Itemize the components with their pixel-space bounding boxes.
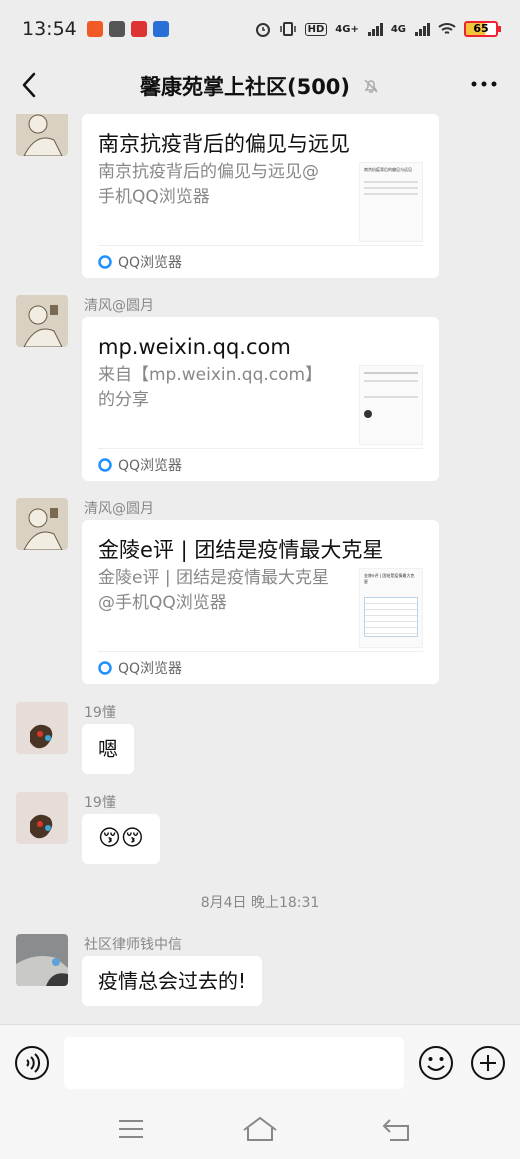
avatar[interactable] <box>16 702 68 754</box>
card-title: 南京抗疫背后的偏见与远见 <box>98 132 350 156</box>
emoji-icon[interactable] <box>418 1045 454 1081</box>
hd-label: HD <box>304 22 328 36</box>
qq-browser-icon <box>98 458 112 472</box>
thumbnail-text-line <box>364 187 418 189</box>
alarm-icon <box>255 23 270 37</box>
thumbnail-avatar <box>364 410 372 418</box>
card-description: 来自【mp.weixin.qq.com】的分享 <box>98 365 323 410</box>
notification-icons <box>86 21 169 37</box>
qq-browser-icon <box>98 255 112 269</box>
card-title: mp.weixin.qq.com <box>98 335 291 359</box>
system-icons: HD 4G+ 4G 65 <box>255 21 501 37</box>
status-time: 13:54 <box>22 18 77 40</box>
avatar-image <box>16 934 68 986</box>
status-bar: 13:54 HD 4G+ 4G 65 <box>0 0 520 58</box>
plus-icon[interactable] <box>470 1045 506 1081</box>
sender-name: 清风@圆月 <box>84 501 154 517</box>
link-card[interactable]: mp.weixin.qq.com 来自【mp.weixin.qq.com】的分享… <box>82 317 439 481</box>
thumbnail-title: 金陵e评 | 团结是疫情最大克星 <box>364 573 415 584</box>
sender-name: 清风@圆月 <box>84 298 154 314</box>
card-source-label: QQ浏览器 <box>118 255 183 271</box>
avatar[interactable] <box>16 934 68 986</box>
message-card: 清风@圆月 mp.weixin.qq.com 来自【mp.weixin.qq.c… <box>16 295 496 485</box>
network-4gplus-label: 4G+ <box>335 23 359 35</box>
card-thumbnail: 南京抗疫背后的偏见与远见 <box>359 162 423 242</box>
network-4g-label: 4G <box>390 23 406 35</box>
card-title: 金陵e评 | 团结是疫情最大克星 <box>98 538 384 562</box>
thumbnail-text-line <box>364 380 418 382</box>
back-nav-icon[interactable] <box>382 1116 412 1144</box>
avatar-image <box>16 792 68 844</box>
wifi-icon <box>438 23 456 34</box>
chat-message-list[interactable]: 南京抗疫背后的偏见与远见 南京抗疫背后的偏见与远见@手机QQ浏览器 南京抗疫背后… <box>0 114 520 1024</box>
link-card[interactable]: 南京抗疫背后的偏见与远见 南京抗疫背后的偏见与远见@手机QQ浏览器 南京抗疫背后… <box>82 114 439 278</box>
app-notification-icon <box>108 21 125 37</box>
message-text: 社区律师钱中信 疫情总会过去的! <box>16 934 496 1014</box>
battery-level: 65 <box>473 22 489 35</box>
chat-header: 馨康苑掌上社区(500) <box>0 58 520 114</box>
avatar-image <box>16 702 68 754</box>
avatar-image <box>16 295 68 347</box>
vibrate-icon <box>279 22 296 36</box>
card-thumbnail: 金陵e评 | 团结是疫情最大克星 <box>359 568 423 648</box>
avatar-image <box>16 498 68 550</box>
signal-icon <box>415 23 430 36</box>
app-notification-icon <box>130 21 147 37</box>
card-description: 南京抗疫背后的偏见与远见@手机QQ浏览器 <box>98 162 319 207</box>
message-text: 19懂 😚😚 <box>16 792 496 872</box>
message-input[interactable] <box>64 1037 404 1089</box>
message-bubble[interactable]: 嗯 <box>82 724 134 774</box>
sender-name: 19懂 <box>84 705 116 721</box>
thumbnail-text-line <box>364 396 418 398</box>
card-source: QQ浏览器 <box>98 651 423 684</box>
app-notification-icon <box>152 21 169 37</box>
card-thumbnail <box>359 365 423 445</box>
message-timestamp: 8月4日 晚上18:31 <box>200 895 320 911</box>
more-options-icon[interactable] <box>470 72 498 96</box>
sender-name: 19懂 <box>84 795 116 811</box>
message-card: 南京抗疫背后的偏见与远见 南京抗疫背后的偏见与远见@手机QQ浏览器 南京抗疫背后… <box>16 114 496 284</box>
chat-title: 馨康苑掌上社区(500) <box>139 75 351 99</box>
chat-input-bar <box>0 1024 520 1102</box>
message-text: 19懂 嗯 <box>16 702 496 782</box>
card-source: QQ浏览器 <box>98 245 423 278</box>
menu-icon[interactable] <box>117 1116 145 1142</box>
message-bubble[interactable]: 😚😚 <box>82 814 160 864</box>
app-notification-icon <box>86 21 103 37</box>
system-navigation-bar <box>0 1102 520 1159</box>
mute-bell-icon <box>364 79 378 93</box>
thumbnail-text-line <box>364 193 418 195</box>
thumbnail-text-line <box>364 181 418 183</box>
link-card[interactable]: 金陵e评 | 团结是疫情最大克星 金陵e评 | 团结是疫情最大克星@手机QQ浏览… <box>82 520 439 684</box>
thumbnail-title: 南京抗疫背后的偏见与远见 <box>364 167 412 172</box>
avatar[interactable] <box>16 792 68 844</box>
signal-icon <box>367 23 383 36</box>
message-bubble[interactable]: 疫情总会过去的! <box>82 956 263 1006</box>
thumbnail-body <box>364 597 418 637</box>
card-description: 金陵e评 | 团结是疫情最大克星@手机QQ浏览器 <box>98 568 329 613</box>
avatar[interactable] <box>16 498 68 550</box>
back-arrow-icon[interactable] <box>16 70 44 100</box>
card-source: QQ浏览器 <box>98 448 423 481</box>
message-card: 清风@圆月 金陵e评 | 团结是疫情最大克星 金陵e评 | 团结是疫情最大克星@… <box>16 498 496 688</box>
home-icon[interactable] <box>242 1116 278 1144</box>
card-source-label: QQ浏览器 <box>118 458 183 474</box>
qq-browser-icon <box>98 661 112 675</box>
voice-input-icon[interactable] <box>14 1045 50 1081</box>
sender-name: 社区律师钱中信 <box>84 937 182 953</box>
thumbnail-text-line <box>364 372 418 374</box>
battery-icon: 65 <box>464 21 501 37</box>
avatar-image <box>16 114 68 156</box>
avatar[interactable] <box>16 295 68 347</box>
avatar[interactable] <box>16 114 68 156</box>
card-source-label: QQ浏览器 <box>118 661 183 677</box>
